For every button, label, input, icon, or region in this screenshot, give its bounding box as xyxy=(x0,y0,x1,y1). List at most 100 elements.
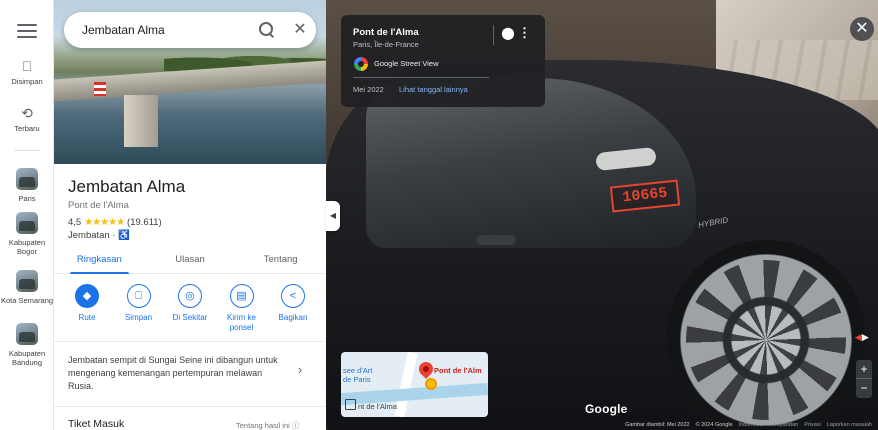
history-icon: ⟲ xyxy=(21,105,33,121)
rail-recent-semarang[interactable]: Kota Semarang xyxy=(0,270,54,305)
door-handle xyxy=(476,235,516,245)
place-category: Jembatan · ♿ xyxy=(68,230,312,241)
rail-divider xyxy=(14,150,40,151)
bookmark-icon: ⎕ xyxy=(126,284,151,308)
send-to-phone-icon: ▤ xyxy=(229,284,254,308)
recent-label: Paris xyxy=(18,194,36,203)
map-pin-icon xyxy=(416,359,436,379)
tab-overview[interactable]: Ringkasan xyxy=(54,248,145,274)
sv-footer: Gambar diambil: Mei 2022 © 2024 Google I… xyxy=(566,422,878,428)
rating-value: 4,5 xyxy=(68,217,82,228)
card-divider xyxy=(493,25,494,45)
mini-map[interactable]: see d'Art de Paris Pont de l'Alm nt de l'… xyxy=(341,352,488,417)
hero-sign xyxy=(94,82,106,96)
sv-capture-date: Mei 2022 xyxy=(353,85,384,94)
place-description[interactable]: Jembatan sempit di Sungai Seine ini diba… xyxy=(68,354,278,393)
recent-thumbnail xyxy=(16,168,38,190)
place-tabs: Ringkasan Ulasan Tentang xyxy=(54,248,326,274)
about-results-label: Tentang hasil ini xyxy=(236,421,290,430)
nearby-icon: ◎ xyxy=(178,284,202,308)
about-results-link[interactable]: Tentang hasil ini ⓘ xyxy=(236,420,299,430)
place-panel: ✕ Jembatan Alma Pont de l'Alma 4,5 ★★★★★… xyxy=(54,0,326,430)
rail-saved[interactable]: ⎕ Disimpan xyxy=(0,58,54,86)
car-wheel xyxy=(666,240,866,430)
directions-icon: ◆ xyxy=(75,284,99,308)
rail-recent-label: Terbaru xyxy=(14,124,40,133)
hero-pillar xyxy=(124,95,158,147)
more-options-icon[interactable]: ⋮ xyxy=(518,25,531,41)
rail-recent-bogor[interactable]: Kabupaten Bogor xyxy=(0,212,54,256)
footer-report[interactable]: Laporkan masalah xyxy=(827,422,872,428)
streetview-info-card: Pont de l'Alma Paris, Île-de-France ⬤ ⋮ … xyxy=(341,15,545,107)
footer-terms[interactable]: Persyaratan xyxy=(769,422,799,428)
search-box: ✕ xyxy=(64,12,316,48)
tab-reviews[interactable]: Ulasan xyxy=(145,248,236,273)
footer-captured: Gambar diambil: Mei 2022 xyxy=(625,422,690,428)
category-label: Jembatan · xyxy=(68,230,116,241)
place-info: Jembatan Alma Pont de l'Alma 4,5 ★★★★★ (… xyxy=(54,164,326,241)
zoom-control: + − xyxy=(856,360,872,398)
recent-thumbnail xyxy=(16,212,38,234)
zoom-out-button[interactable]: − xyxy=(856,379,872,398)
map-place-label: Pont de l'Alm xyxy=(434,366,482,375)
save-button[interactable]: ⎕ Simpan xyxy=(114,284,164,333)
review-count[interactable]: (19.611) xyxy=(127,217,162,228)
collapse-panel-button[interactable]: ◀ xyxy=(326,201,340,231)
directions-button[interactable]: ◆ Rute xyxy=(62,284,112,333)
close-icon[interactable]: ✕ xyxy=(290,19,310,41)
map-poi-label: see d'Art de Paris xyxy=(343,366,373,384)
rail-recent-paris[interactable]: Paris xyxy=(0,168,54,203)
place-subtitle: Pont de l'Alma xyxy=(68,200,129,211)
recent-label: Kabupaten Bandung xyxy=(8,349,46,367)
sv-provider: Google Street View xyxy=(374,59,439,68)
tab-about[interactable]: Tentang xyxy=(235,248,326,273)
sv-place-location: Paris, Île-de-France xyxy=(353,40,419,49)
footer-region[interactable]: Indonesia xyxy=(739,422,763,428)
info-icon: ⓘ xyxy=(291,421,300,430)
maps-app: ⎕ Disimpan ⟲ Terbaru Paris Kabupaten Bog… xyxy=(0,0,878,430)
close-icon[interactable]: ✕ xyxy=(850,17,874,41)
section-divider xyxy=(54,341,326,342)
sv-place-name[interactable]: Pont de l'Alma xyxy=(353,27,419,38)
footer-privacy[interactable]: Privasi xyxy=(804,422,821,428)
map-place-label-2: nt de l'Alma xyxy=(358,402,397,411)
recent-label: Kabupaten Bogor xyxy=(8,238,46,256)
place-title: Jembatan Alma xyxy=(68,177,186,196)
compass-icon[interactable]: ◀▶ xyxy=(851,332,873,346)
see-more-dates-link[interactable]: Lihat tanggal lainnya xyxy=(399,85,468,94)
chevron-left-icon: ◀ xyxy=(329,211,337,220)
zoom-in-button[interactable]: + xyxy=(856,360,872,379)
chevron-right-icon[interactable]: › xyxy=(298,362,302,377)
location-pin-icon[interactable]: ⬤ xyxy=(501,25,515,41)
recent-label: Kota Semarang xyxy=(0,296,54,305)
share-icon: < xyxy=(281,284,305,308)
footer-copyright: © 2024 Google xyxy=(695,422,733,428)
section-divider xyxy=(54,406,326,407)
bookmark-icon: ⎕ xyxy=(22,58,32,74)
tickets-heading: Tiket Masuk xyxy=(68,418,125,430)
action-label: Di Sekitar xyxy=(172,313,208,322)
action-label: Kirim ke ponsel xyxy=(227,313,256,332)
action-label: Rute xyxy=(78,313,96,322)
rail-saved-label: Disimpan xyxy=(11,77,43,86)
google-logo-icon xyxy=(354,57,368,71)
map-road xyxy=(394,352,418,417)
search-input[interactable] xyxy=(82,12,252,48)
send-to-phone-button[interactable]: ▤ Kirim ke ponsel xyxy=(217,284,267,333)
nearby-button[interactable]: ◎ Di Sekitar xyxy=(165,284,215,333)
left-rail: ⎕ Disimpan ⟲ Terbaru Paris Kabupaten Bog… xyxy=(0,0,54,430)
rail-recent[interactable]: ⟲ Terbaru xyxy=(0,105,54,133)
action-buttons: ◆ Rute ⎕ Simpan ◎ Di Sekitar ▤ Kirim ke … xyxy=(62,284,318,333)
wheelchair-icon: ♿ xyxy=(118,230,131,241)
expand-icon[interactable] xyxy=(345,399,356,410)
recent-thumbnail xyxy=(16,323,38,345)
card-divider xyxy=(353,77,489,78)
google-watermark: Google xyxy=(585,402,628,416)
action-label: Bagikan xyxy=(278,313,308,322)
street-view[interactable]: 10665 HYBRID Pont de l'Alma Paris, Île-d… xyxy=(326,0,878,430)
menu-icon[interactable] xyxy=(17,24,37,40)
search-icon[interactable] xyxy=(258,21,276,39)
pegman-icon xyxy=(425,378,437,390)
share-button[interactable]: < Bagikan xyxy=(268,284,318,333)
rail-recent-bandung[interactable]: Kabupaten Bandung xyxy=(0,323,54,367)
